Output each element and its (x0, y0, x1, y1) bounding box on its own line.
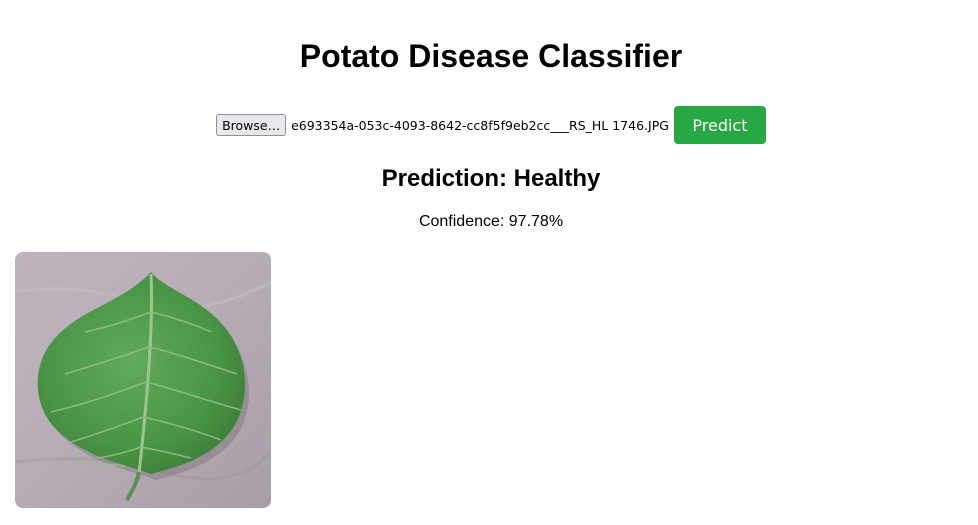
predict-button[interactable]: Predict (673, 106, 766, 144)
classifier-page: Potato Disease Classifier Browse… e69335… (0, 0, 978, 525)
selected-file-name: e693354a-053c-4093-8642-cc8f5f9eb2cc___R… (291, 117, 669, 133)
confidence-score: Confidence: 97.78% (418, 213, 564, 230)
browse-button[interactable]: Browse… (216, 114, 287, 136)
page-title: Potato Disease Classifier (299, 38, 683, 74)
uploaded-leaf-image (15, 252, 271, 508)
prediction-result: Prediction: Healthy (381, 165, 601, 192)
upload-form: Browse… e693354a-053c-4093-8642-cc8f5f9e… (0, 106, 978, 144)
leaf-image-graphic (15, 252, 271, 508)
